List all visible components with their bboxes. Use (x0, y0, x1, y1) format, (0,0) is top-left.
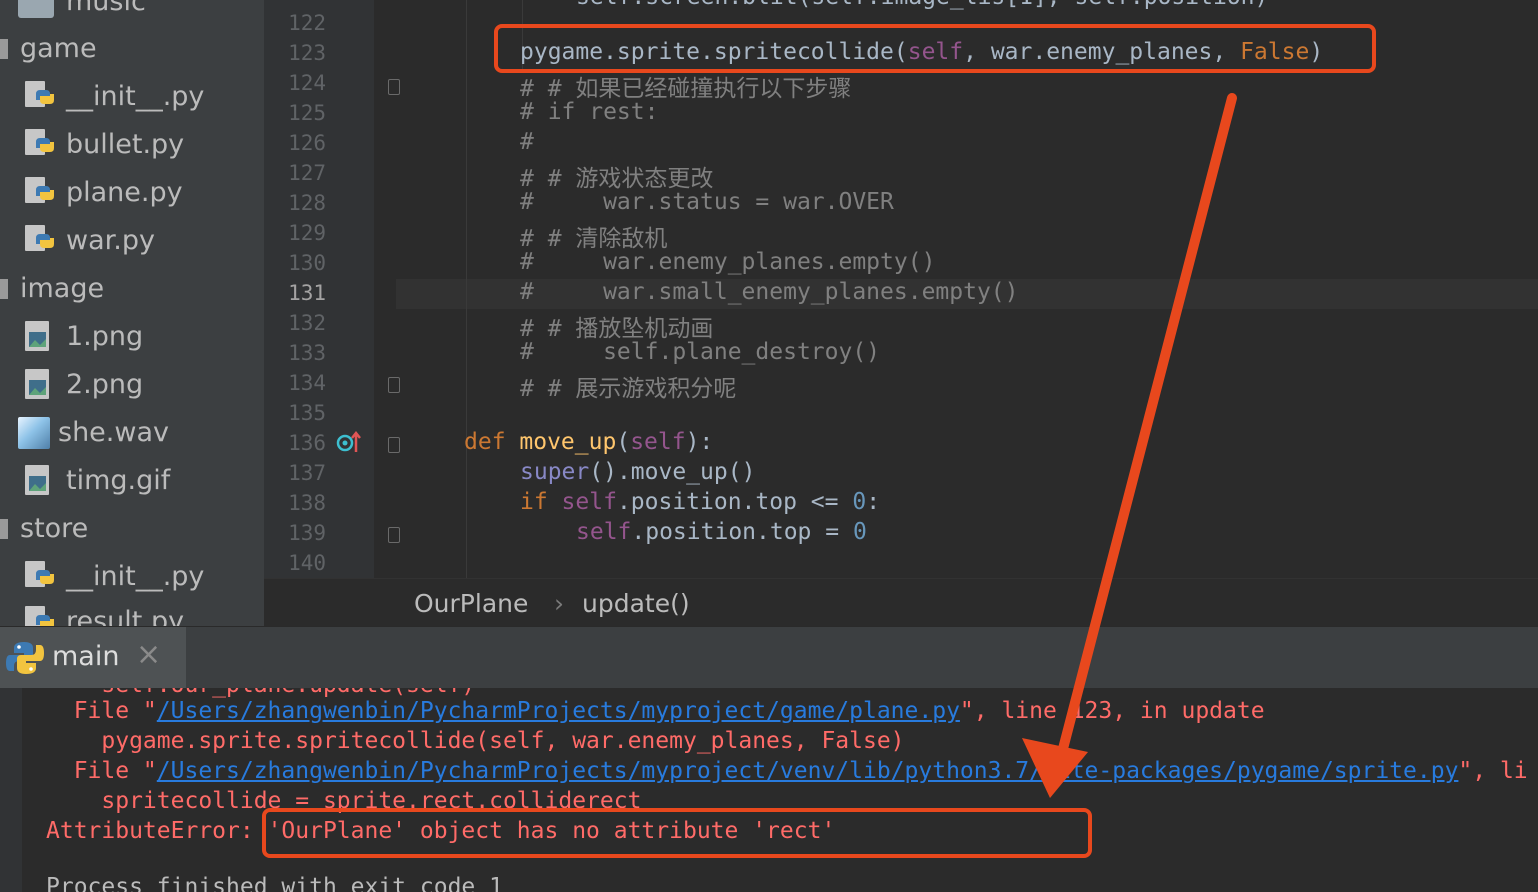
annotation-arrow (1022, 93, 1237, 798)
